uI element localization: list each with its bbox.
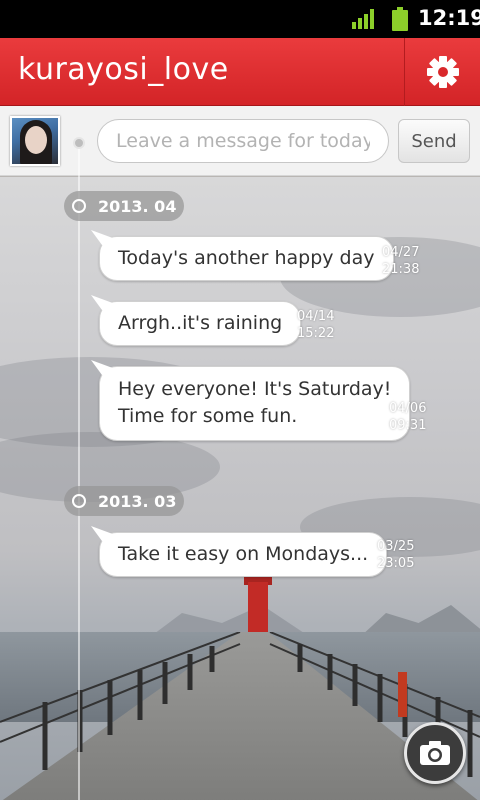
post-date: 03/25: [377, 539, 415, 554]
status-bar: 12:19: [0, 0, 480, 38]
signal-icon: [352, 9, 374, 29]
post-text: Take it easy on Mondays...: [118, 543, 369, 565]
month-header: 2013. 03: [64, 486, 184, 516]
gear-icon: [426, 56, 459, 88]
post-bubble[interactable]: Take it easy on Mondays...: [99, 532, 388, 577]
battery-icon: [392, 7, 408, 31]
post-text: Today's another happy day: [118, 247, 375, 269]
post-date: 04/06: [389, 401, 427, 416]
post-timestamp: 04/14 15:22: [297, 308, 334, 342]
avatar[interactable]: [10, 116, 60, 166]
settings-button[interactable]: [404, 38, 480, 106]
send-button[interactable]: Send: [398, 119, 470, 163]
post-bubble[interactable]: Arrgh..it's raining: [99, 301, 302, 346]
post-timestamp: 04/27 21:38: [382, 244, 419, 278]
post-timestamp: 03/25 23:05: [377, 538, 414, 572]
post-date: 04/14: [297, 309, 335, 324]
post-timestamp: 04/06 09:31: [389, 400, 426, 434]
timeline-start-dot: [73, 137, 85, 149]
status-time: 12:19: [418, 6, 480, 30]
post-bubble[interactable]: Today's another happy day: [99, 236, 394, 281]
post-date: 04/27: [382, 245, 420, 260]
message-input[interactable]: [97, 119, 389, 163]
post-time: 21:38: [382, 262, 420, 277]
app-bar: kurayosi_love: [0, 38, 480, 106]
post-text-line: Hey everyone! It's Saturday!: [118, 378, 392, 400]
page-title: kurayosi_love: [18, 52, 229, 87]
month-header: 2013. 04: [64, 191, 184, 221]
compose-bar: Send: [0, 106, 480, 176]
post-time: 09:31: [389, 418, 427, 433]
post-text-line: Time for some fun.: [118, 405, 298, 427]
post-text: Arrgh..it's raining: [118, 312, 283, 334]
camera-button[interactable]: [404, 722, 466, 784]
post-time: 15:22: [297, 326, 335, 341]
camera-icon: [420, 741, 450, 765]
post-time: 23:05: [377, 556, 415, 571]
timeline-line: [78, 148, 80, 800]
post-bubble[interactable]: Hey everyone! It's Saturday! Time for so…: [99, 366, 411, 441]
